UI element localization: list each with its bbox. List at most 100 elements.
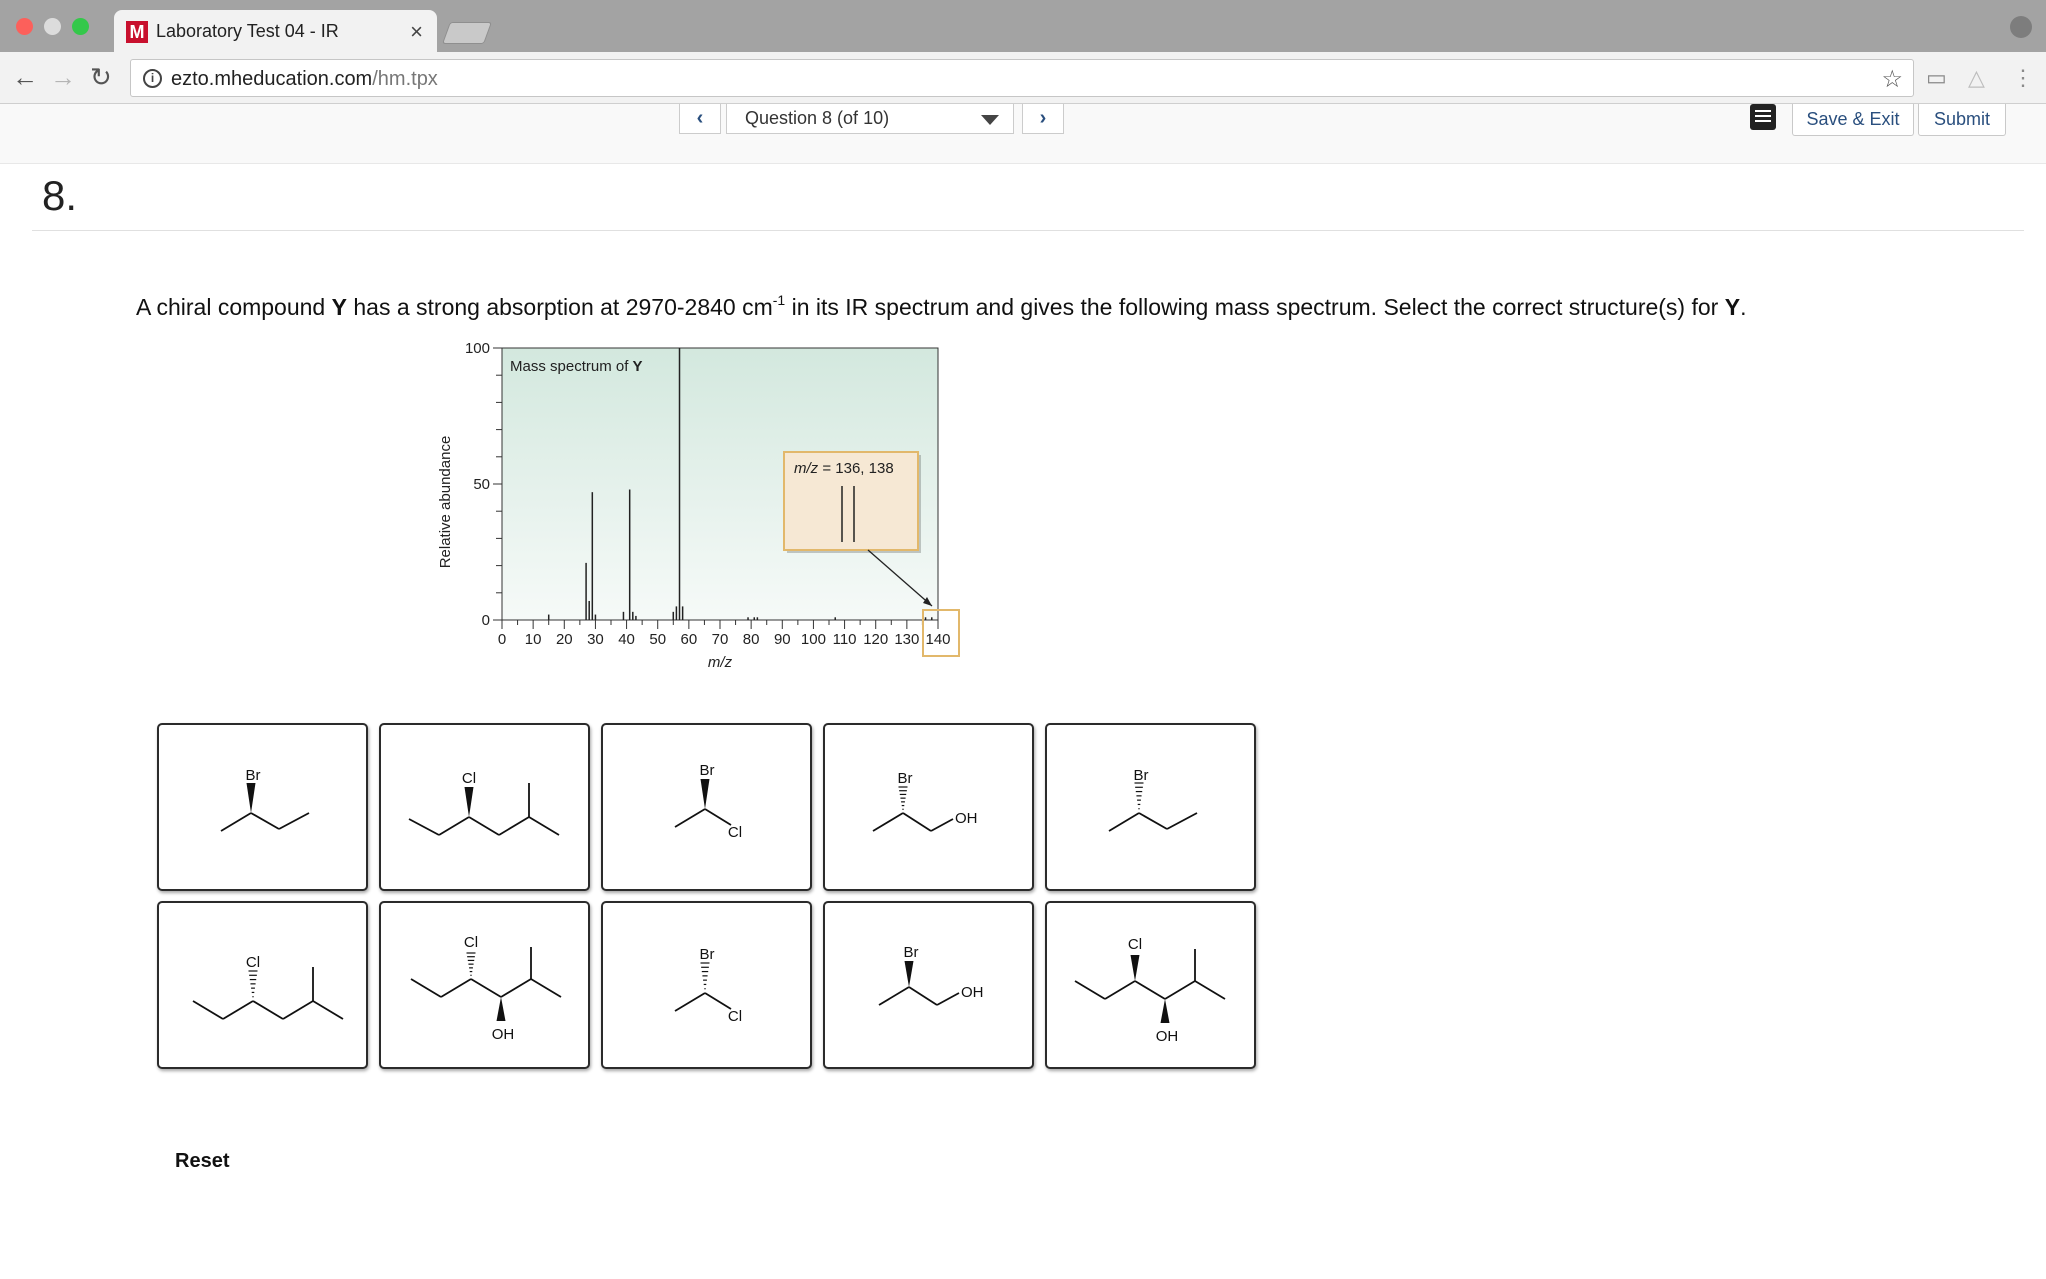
structure-drawing: Br — [220, 767, 310, 832]
wedge-bond — [496, 997, 506, 1021]
bond-line — [704, 992, 732, 1010]
atom-label: Cl — [728, 824, 742, 841]
bond-line — [872, 812, 904, 832]
minimize-window-button[interactable] — [44, 18, 61, 35]
zoom-window-button[interactable] — [72, 18, 89, 35]
bond-line — [500, 978, 532, 998]
y-tick-label: 50 — [473, 476, 490, 493]
structure-drawing: Br Cl — [674, 762, 742, 841]
site-info-icon[interactable]: i — [143, 69, 162, 88]
x-tick-label: 50 — [649, 631, 666, 648]
atom-label: OH — [961, 984, 984, 1001]
question-select-value: Question 8 (of 10) — [745, 108, 890, 128]
back-arrow-icon[interactable]: ← — [12, 62, 38, 92]
answer-choice-card[interactable]: Cl OH — [379, 901, 590, 1069]
bond-line — [1164, 980, 1196, 1000]
wedge-bond — [700, 779, 710, 809]
answer-choice-card[interactable]: Br OH — [823, 723, 1034, 891]
inset-label: m/z = 136, 138 — [794, 460, 894, 477]
bond-line — [468, 816, 500, 836]
bond-line — [470, 978, 502, 998]
close-window-button[interactable] — [16, 18, 33, 35]
mass-spectrum-chart: Mass spectrum of Y050100Relative abundan… — [437, 340, 960, 670]
divider — [32, 230, 2024, 231]
bond-line — [222, 1000, 254, 1020]
cast-icon[interactable]: ▭ — [1926, 65, 1947, 91]
answer-choice-card[interactable]: Cl — [379, 723, 590, 891]
url-text[interactable]: ezto.mheducation.com/hm.tpx — [171, 68, 438, 91]
browser-tab[interactable]: M Laboratory Test 04 - IR × — [114, 10, 437, 52]
extension-icon[interactable]: △ — [1968, 65, 1985, 91]
question-number: 8. — [42, 172, 78, 219]
x-tick-label: 120 — [863, 631, 888, 648]
bond-line — [936, 992, 960, 1006]
atom-label: Br — [700, 762, 715, 779]
bond-line — [908, 986, 938, 1006]
bond-line — [530, 978, 562, 998]
bond-line — [408, 818, 440, 836]
answer-choice-card[interactable]: Cl OH — [1045, 901, 1256, 1069]
profile-icon[interactable] — [2010, 16, 2032, 38]
bond-line — [498, 816, 530, 836]
x-tick-label: 130 — [894, 631, 919, 648]
reload-icon[interactable]: ↻ — [90, 62, 112, 92]
structure-drawing: Br — [1108, 767, 1198, 832]
chevron-down-icon — [981, 115, 999, 125]
new-tab-button[interactable] — [441, 22, 493, 44]
atom-label: Br — [904, 944, 919, 961]
answer-choice-card[interactable]: Br — [157, 723, 368, 891]
structure-drawing: Br Cl — [674, 946, 742, 1025]
y-tick-label: 100 — [465, 340, 490, 357]
wedge-bond — [904, 961, 914, 987]
previous-question-button[interactable]: ‹ — [679, 104, 721, 134]
save-exit-button[interactable]: Save & Exit — [1792, 104, 1914, 136]
wedge-bond — [246, 783, 256, 813]
wedge-bond — [1160, 999, 1170, 1023]
answer-choice-card[interactable]: Br — [1045, 723, 1256, 891]
address-bar[interactable]: i ezto.mheducation.com/hm.tpx ☆ — [130, 59, 1914, 97]
close-tab-icon[interactable]: × — [410, 19, 423, 45]
bond-line — [250, 812, 280, 830]
mcgraw-hill-favicon-icon: M — [126, 21, 148, 43]
atom-label: Cl — [1128, 936, 1142, 953]
bond-line — [930, 818, 954, 832]
bond-line — [1134, 980, 1166, 1000]
x-tick-label: 80 — [743, 631, 760, 648]
atom-label: Br — [1134, 767, 1149, 784]
bond-line — [674, 808, 706, 828]
print-icon[interactable] — [1750, 104, 1776, 130]
bond-line — [252, 1000, 284, 1020]
structure-drawing: Cl OH — [410, 934, 562, 1043]
submit-button[interactable]: Submit — [1918, 104, 2006, 136]
x-tick-label: 40 — [618, 631, 635, 648]
bond-line — [1166, 812, 1198, 830]
browser-menu-icon[interactable]: ⋮ — [2012, 65, 2034, 91]
x-tick-label: 30 — [587, 631, 604, 648]
x-tick-label: 10 — [525, 631, 542, 648]
bond-line — [410, 978, 442, 998]
atom-label: Cl — [246, 954, 260, 971]
bond-line — [440, 978, 472, 998]
bond-line — [220, 812, 252, 832]
answer-choice-card[interactable]: Br Cl — [601, 901, 812, 1069]
forward-arrow-icon[interactable]: → — [50, 62, 76, 92]
structure-drawing: Cl — [408, 770, 560, 836]
x-tick-label: 20 — [556, 631, 573, 648]
x-tick-label: 0 — [498, 631, 506, 648]
bookmark-star-icon[interactable]: ☆ — [1881, 65, 1903, 94]
answer-choice-card[interactable]: Br OH — [823, 901, 1034, 1069]
atom-label: OH — [955, 810, 978, 827]
structure-drawing: Br OH — [878, 944, 984, 1006]
bond-line — [1138, 812, 1168, 830]
answer-choice-card[interactable]: Cl — [157, 901, 368, 1069]
reset-button[interactable]: Reset — [175, 1150, 229, 1173]
question-select[interactable]: Question 8 (of 10) — [726, 104, 1014, 134]
bond-line — [278, 812, 310, 830]
chart-title: Mass spectrum of Y — [510, 358, 643, 375]
bond-line — [704, 808, 732, 826]
atom-label: Br — [700, 946, 715, 963]
browser-tab-strip: M Laboratory Test 04 - IR × — [0, 0, 2046, 52]
answer-choice-card[interactable]: Br Cl — [601, 723, 812, 891]
next-question-button[interactable]: › — [1022, 104, 1064, 134]
structure-drawing: Cl — [192, 954, 344, 1020]
